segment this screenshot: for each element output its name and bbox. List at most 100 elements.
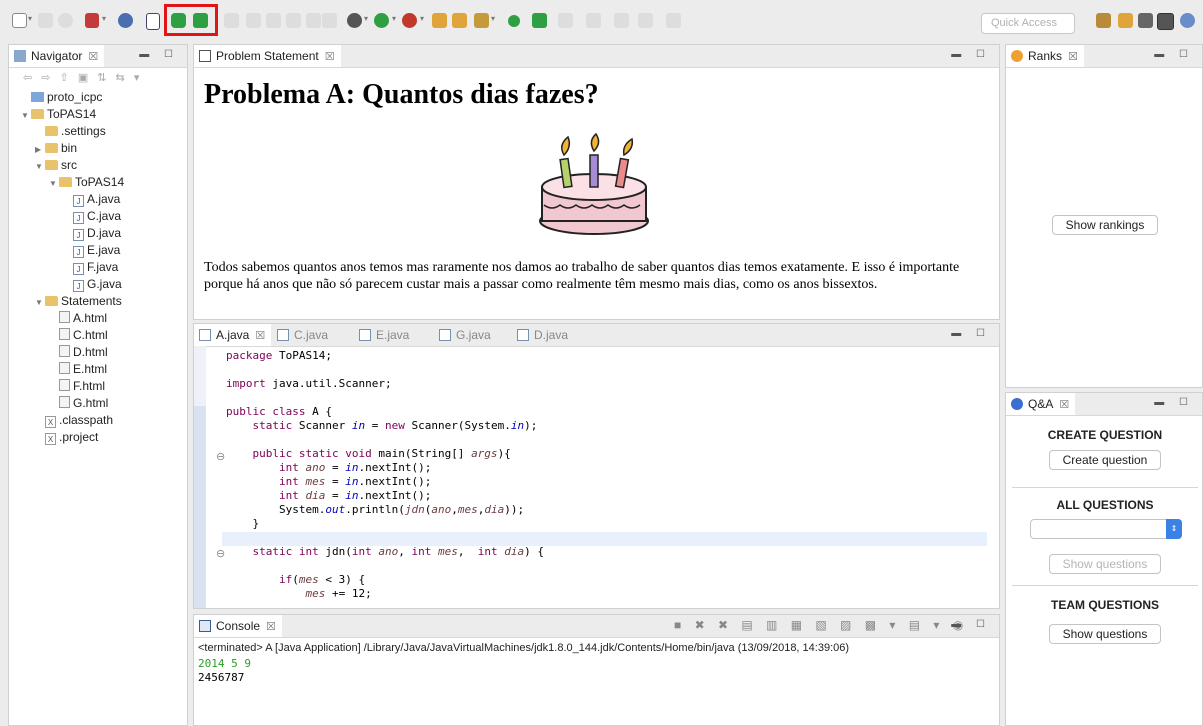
tool-icon-1[interactable]: [224, 13, 239, 28]
tree-item[interactable]: A.html: [49, 310, 107, 327]
new-dropdown-icon[interactable]: ▾: [28, 14, 32, 23]
tool-icon-6[interactable]: [322, 13, 337, 28]
perspective-icpc-icon[interactable]: [1157, 13, 1174, 30]
minimize-maximize-icon[interactable]: ▬ ☐: [951, 328, 991, 339]
tree-item[interactable]: ▼ ToPAS14: [49, 174, 124, 191]
green-circle-icon[interactable]: [508, 15, 520, 27]
editor-tab[interactable]: C.java: [272, 324, 334, 346]
tree-item[interactable]: ▶ bin: [35, 140, 77, 157]
nav-icon-1[interactable]: [558, 13, 573, 28]
editor-tab[interactable]: D.java: [512, 324, 574, 346]
perspective-debug-icon[interactable]: [1180, 13, 1195, 28]
tree-item[interactable]: ▼ ToPAS14: [21, 106, 96, 123]
pencil-icon[interactable]: [474, 13, 489, 28]
tree-item[interactable]: D.html: [49, 344, 108, 361]
tool-icon-3[interactable]: [266, 13, 281, 28]
save-icon[interactable]: [38, 13, 53, 28]
external-tools-dropdown-icon[interactable]: ▾: [420, 14, 424, 23]
tree-item[interactable]: J G.java: [63, 276, 122, 293]
expand-toggle-icon[interactable]: ▼: [35, 294, 45, 311]
pencil-dropdown-icon[interactable]: ▾: [491, 14, 495, 23]
folder-icon: [45, 160, 58, 170]
gear-icon[interactable]: [347, 13, 362, 28]
show-rankings-button[interactable]: Show rankings: [1052, 215, 1158, 235]
close-icon[interactable]: ☒: [1068, 51, 1078, 63]
tree-item[interactable]: proto_icpc: [21, 89, 102, 106]
minimize-maximize-icon[interactable]: ▬ ☐: [1154, 397, 1194, 408]
editor-tab[interactable]: E.java: [354, 324, 415, 346]
green-square-icon[interactable]: [532, 13, 547, 28]
quick-access-input[interactable]: Quick Access: [981, 13, 1075, 34]
code-text[interactable]: package ToPAS14; import java.util.Scanne…: [226, 349, 544, 601]
open-perspective-icon[interactable]: [1096, 13, 1111, 28]
tree-item[interactable]: J D.java: [63, 225, 121, 242]
expand-toggle-icon[interactable]: ▼: [35, 158, 45, 175]
new-icon[interactable]: [12, 13, 27, 28]
tree-item[interactable]: G.html: [49, 395, 108, 412]
close-icon[interactable]: ☒: [325, 51, 335, 63]
tree-item[interactable]: X .classpath: [35, 412, 113, 429]
create-question-button[interactable]: Create question: [1049, 450, 1161, 470]
minimize-maximize-icon[interactable]: ▬ ☐: [1154, 49, 1194, 60]
minimize-maximize-icon[interactable]: ▬ ☐: [139, 49, 179, 60]
tree-item[interactable]: J E.java: [63, 242, 120, 259]
close-icon[interactable]: ☒: [255, 330, 265, 342]
tool-icon-4[interactable]: [286, 13, 301, 28]
tree-item[interactable]: J A.java: [63, 191, 120, 208]
run-icon[interactable]: [374, 13, 389, 28]
all-questions-select[interactable]: ⇕: [1030, 519, 1182, 539]
tool-icon-5[interactable]: [306, 13, 321, 28]
toggle-icon[interactable]: [85, 13, 99, 28]
nav-icon-3[interactable]: [614, 13, 629, 28]
external-tools-icon[interactable]: [402, 13, 417, 28]
back-icon[interactable]: [638, 13, 653, 28]
editor-tab[interactable]: A.java ☒: [194, 324, 272, 346]
expand-toggle-icon[interactable]: ▼: [21, 107, 31, 124]
open-type-icon[interactable]: [432, 13, 447, 28]
show-all-questions-button[interactable]: Show questions: [1049, 554, 1161, 574]
tree-item[interactable]: X .project: [35, 429, 98, 446]
divider: [1012, 487, 1198, 488]
bug-icon[interactable]: [118, 13, 133, 28]
tool-icon-2[interactable]: [246, 13, 261, 28]
close-icon[interactable]: ☒: [266, 621, 276, 633]
tab-qa[interactable]: Q&A ☒: [1006, 393, 1076, 415]
minimize-maximize-icon[interactable]: ▬ ☐: [951, 619, 991, 630]
perspective-java-icon[interactable]: [1138, 13, 1153, 28]
close-icon[interactable]: ☒: [88, 51, 98, 63]
tab-navigator[interactable]: Navigator ☒: [9, 45, 105, 67]
console-toolbar[interactable]: ■ ✖ ✖ ▤ ▥ ▦ ▧ ▨ ▩ ▾ ▤ ▾ ◉: [674, 618, 968, 632]
close-icon[interactable]: ☒: [1059, 399, 1069, 411]
navigator-panel: Navigator ☒ ▬ ☐ ⇦ ⇨ ⇧ ▣ ⇅ ⇆ ▾ proto_icpc ▼…: [8, 44, 188, 726]
gear-dropdown-icon[interactable]: ▾: [364, 14, 368, 23]
fold-icon[interactable]: ⊖: [216, 547, 225, 560]
fold-icon[interactable]: ⊖: [216, 450, 225, 463]
editor-tab[interactable]: G.java: [434, 324, 497, 346]
tree-item[interactable]: E.html: [49, 361, 107, 378]
show-team-questions-button[interactable]: Show questions: [1049, 624, 1161, 644]
tree-item-label: G.html: [73, 396, 109, 410]
open-folder-icon[interactable]: [452, 13, 467, 28]
expand-toggle-icon[interactable]: ▶: [35, 141, 45, 158]
tree-item[interactable]: C.html: [49, 327, 108, 344]
toggle-dropdown-icon[interactable]: ▾: [102, 14, 106, 23]
expand-toggle-icon[interactable]: ▼: [49, 175, 59, 192]
tab-problem-statement[interactable]: Problem Statement ☒: [194, 45, 341, 67]
tab-console[interactable]: Console ☒: [194, 615, 282, 637]
perspective-resource-icon[interactable]: [1118, 13, 1133, 28]
tree-item[interactable]: F.html: [49, 378, 105, 395]
console-icon[interactable]: [146, 13, 160, 30]
save-all-icon[interactable]: [58, 13, 73, 28]
tab-ranks[interactable]: Ranks ☒: [1006, 45, 1084, 67]
tree-item[interactable]: .settings: [35, 123, 106, 140]
tree-item[interactable]: ▼ Statements: [35, 293, 122, 310]
forward-icon[interactable]: [666, 13, 681, 28]
minimize-maximize-icon[interactable]: ▬ ☐: [951, 49, 991, 60]
tree-item[interactable]: J F.java: [63, 259, 118, 276]
tree-item[interactable]: J C.java: [63, 208, 121, 225]
tree-item-label: G.java: [87, 277, 122, 291]
tree-item[interactable]: ▼ src: [35, 157, 77, 174]
run-dropdown-icon[interactable]: ▾: [392, 14, 396, 23]
navigator-view-toolbar[interactable]: ⇦ ⇨ ⇧ ▣ ⇅ ⇆ ▾: [23, 71, 142, 84]
nav-icon-2[interactable]: [586, 13, 601, 28]
